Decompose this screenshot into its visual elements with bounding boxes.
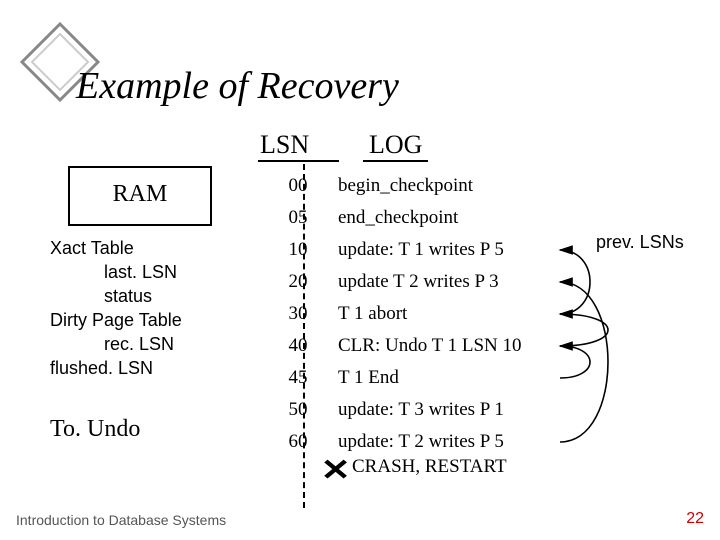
log-row: 05end_checkpoint: [258, 202, 688, 234]
lsn-value: 30: [258, 303, 338, 325]
ram-box: RAM: [68, 166, 212, 226]
log-row: 00begin_checkpoint: [258, 170, 688, 202]
ram-line: last. LSN: [50, 260, 182, 284]
log-list: 00begin_checkpoint05end_checkpoint10upda…: [258, 170, 688, 458]
log-entry: CLR: Undo T 1 LSN 10: [338, 335, 522, 357]
log-entry: T 1 abort: [338, 303, 407, 325]
ram-line: flushed. LSN: [50, 356, 182, 380]
toundo-label: To. Undo: [50, 416, 140, 443]
ram-line: status: [50, 284, 182, 308]
slide-title: Example of Recovery: [76, 64, 399, 108]
log-entry: update: T 3 writes P 1: [338, 399, 504, 421]
log-row: 40CLR: Undo T 1 LSN 10: [258, 330, 688, 362]
crash-mark-icon: ✕: [320, 453, 350, 488]
log-row: 45T 1 End: [258, 362, 688, 394]
lsn-value: 40: [258, 335, 338, 357]
lsn-value: 50: [258, 399, 338, 421]
lsn-header: LSN: [258, 130, 339, 162]
lsn-value: 10: [258, 239, 338, 261]
lsn-value: 45: [258, 367, 338, 389]
ram-line: Dirty Page Table: [50, 308, 182, 332]
ram-line: rec. LSN: [50, 332, 182, 356]
crash-label: CRASH, RESTART: [352, 456, 507, 478]
footer-text: Introduction to Database Systems: [16, 512, 226, 528]
log-entry: T 1 End: [338, 367, 399, 389]
log-header: LOG: [363, 130, 428, 162]
log-row: 50update: T 3 writes P 1: [258, 394, 688, 426]
lsn-value: 60: [258, 431, 338, 453]
prevlsns-label: prev. LSNs: [596, 232, 684, 253]
log-entry: begin_checkpoint: [338, 175, 473, 197]
log-entry: update: T 2 writes P 5: [338, 431, 504, 453]
log-entry: update T 2 writes P 3: [338, 271, 499, 293]
lsn-value: 05: [258, 207, 338, 229]
ram-line: Xact Table: [50, 236, 182, 260]
lsn-value: 00: [258, 175, 338, 197]
ram-tables-block: Xact Table last. LSN status Dirty Page T…: [50, 236, 182, 380]
log-entry: update: T 1 writes P 5: [338, 239, 504, 261]
log-entry: end_checkpoint: [338, 207, 458, 229]
log-row: 30T 1 abort: [258, 298, 688, 330]
lsn-value: 20: [258, 271, 338, 293]
log-row: 20update T 2 writes P 3: [258, 266, 688, 298]
page-number: 22: [686, 510, 704, 528]
